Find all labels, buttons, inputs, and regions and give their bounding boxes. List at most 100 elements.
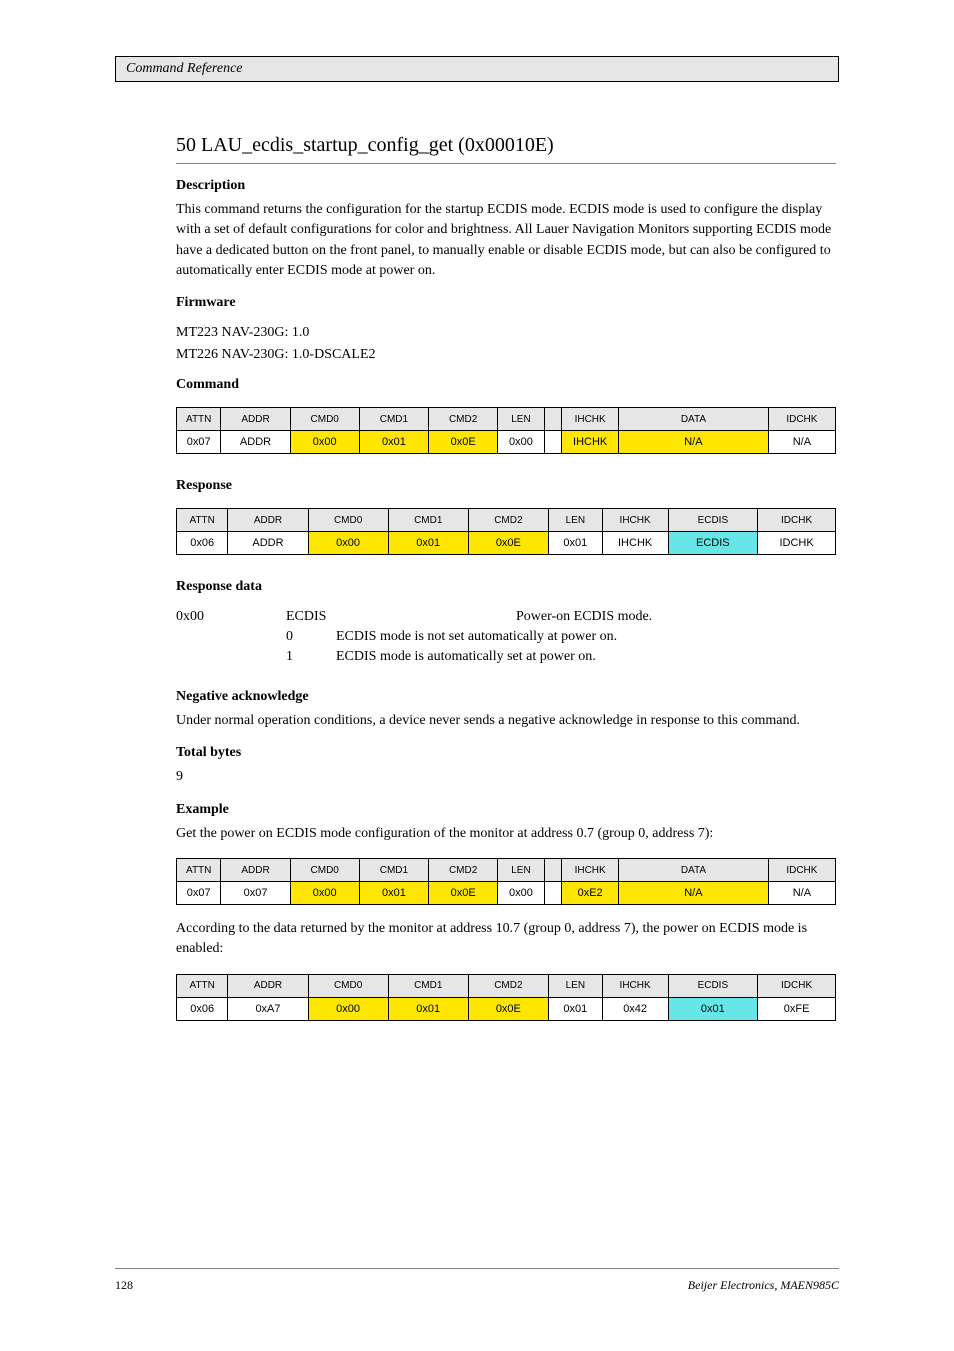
nak-text: Under normal operation conditions, a dev… [176, 711, 836, 731]
td: 0x01 [668, 997, 758, 1020]
td: N/A [619, 431, 769, 454]
response-data-value-row: 0 ECDIS mode is not set automatically at… [286, 629, 954, 645]
section-title: 50 LAU_ecdis_startup_config_get (0x00010… [176, 134, 836, 164]
th: LEN [548, 974, 602, 997]
th: ATTN [177, 974, 228, 997]
th: ADDR [228, 509, 308, 532]
td: 0xFE [758, 997, 836, 1020]
response-table: ATTN ADDR CMD0 CMD1 CMD2 LEN IHCHK ECDIS… [176, 508, 836, 555]
td: IDCHK [758, 532, 836, 555]
th [544, 859, 562, 882]
th: IDCHK [768, 859, 835, 882]
example-text-1: Get the power on ECDIS mode configuratio… [176, 824, 836, 844]
footer-doc-id: Beijer Electronics, MAEN985C [688, 1278, 839, 1293]
footer-rule [115, 1268, 839, 1269]
th: IHCHK [562, 859, 619, 882]
example-text-2: According to the data returned by the mo… [176, 919, 836, 960]
th: IDCHK [758, 509, 836, 532]
response-data-label: Response data [176, 579, 954, 595]
th: CMD2 [429, 408, 498, 431]
th: LEN [498, 859, 544, 882]
th: CMD0 [308, 974, 388, 997]
command-table: ATTN ADDR CMD0 CMD1 CMD2 LEN IHCHK DATA … [176, 407, 836, 454]
table-header-row: ATTN ADDR CMD0 CMD1 CMD2 LEN IHCHK ECDIS… [177, 509, 836, 532]
th: ATTN [177, 408, 221, 431]
td: 0x42 [602, 997, 668, 1020]
nak-label: Negative acknowledge [176, 689, 954, 705]
th: IDCHK [768, 408, 835, 431]
td: 0x01 [548, 997, 602, 1020]
td: 0x01 [548, 532, 602, 555]
response-label: Response [176, 478, 954, 494]
td: 0x0E [468, 532, 548, 555]
td: 0x0E [429, 431, 498, 454]
example-command-table: ATTN ADDR CMD0 CMD1 CMD2 LEN IHCHK DATA … [176, 858, 836, 905]
td: 0x00 [290, 882, 359, 905]
th: ADDR [221, 859, 290, 882]
td: 0x01 [388, 997, 468, 1020]
th: ADDR [228, 974, 308, 997]
page: Command Reference 50 LAU_ecdis_startup_c… [0, 0, 954, 1351]
response-data-desc: Power-on ECDIS mode. [516, 609, 954, 625]
description-label: Description [176, 178, 954, 194]
table-row: 0x07 ADDR 0x00 0x01 0x0E 0x00 IHCHK N/A … [177, 431, 836, 454]
th: ATTN [177, 859, 221, 882]
firmware-line-1: MT223 NAV-230G: 1.0 [176, 325, 954, 341]
table-row: 0x06 ADDR 0x00 0x01 0x0E 0x01 IHCHK ECDI… [177, 532, 836, 555]
total-bytes-value: 9 [176, 767, 836, 787]
th: IHCHK [562, 408, 619, 431]
table-row: 0x07 0x07 0x00 0x01 0x0E 0x00 0xE2 N/A N… [177, 882, 836, 905]
th: LEN [548, 509, 602, 532]
td: 0x00 [498, 431, 544, 454]
response-data-block: 0x00 ECDIS Power-on ECDIS mode. 0 ECDIS … [176, 609, 954, 665]
th: DATA [619, 859, 769, 882]
td: 0x07 [177, 431, 221, 454]
th: CMD1 [359, 408, 428, 431]
response-data-row: 0x00 ECDIS Power-on ECDIS mode. [176, 609, 954, 625]
td: 0xE2 [562, 882, 619, 905]
table-row: 0x06 0xA7 0x00 0x01 0x0E 0x01 0x42 0x01 … [177, 997, 836, 1020]
td: 0x07 [221, 882, 290, 905]
td: ADDR [228, 532, 308, 555]
header-text: Command Reference [126, 61, 243, 76]
td [544, 882, 562, 905]
response-data-value-row: 1 ECDIS mode is automatically set at pow… [286, 649, 954, 665]
header-bar: Command Reference [115, 56, 839, 82]
td: 0x01 [359, 431, 428, 454]
td: IHCHK [602, 532, 668, 555]
response-data-name: ECDIS [286, 609, 486, 625]
td: 0x06 [177, 532, 228, 555]
td: ECDIS [668, 532, 758, 555]
td: N/A [619, 882, 769, 905]
th: ECDIS [668, 974, 758, 997]
response-data-value-desc: ECDIS mode is not set automatically at p… [336, 629, 617, 645]
th: CMD0 [308, 509, 388, 532]
td [544, 431, 562, 454]
firmware-line-2: MT226 NAV-230G: 1.0-DSCALE2 [176, 347, 954, 363]
td: 0x01 [359, 882, 428, 905]
td: 0x00 [308, 532, 388, 555]
response-data-value-desc: ECDIS mode is automatically set at power… [336, 649, 596, 665]
th: LEN [498, 408, 544, 431]
th: IHCHK [602, 509, 668, 532]
response-data-value: 1 [286, 649, 306, 665]
td: 0x01 [388, 532, 468, 555]
description-text: This command returns the configuration f… [176, 200, 836, 281]
th: ECDIS [668, 509, 758, 532]
total-bytes-label: Total bytes [176, 745, 954, 761]
th: ATTN [177, 509, 228, 532]
th: IDCHK [758, 974, 836, 997]
table-header-row: ATTN ADDR CMD0 CMD1 CMD2 LEN IHCHK ECDIS… [177, 974, 836, 997]
footer-page-number: 128 [115, 1278, 133, 1293]
th: DATA [619, 408, 769, 431]
td: 0x07 [177, 882, 221, 905]
td: 0xA7 [228, 997, 308, 1020]
th: CMD0 [290, 859, 359, 882]
th [544, 408, 562, 431]
td: IHCHK [562, 431, 619, 454]
table-header-row: ATTN ADDR CMD0 CMD1 CMD2 LEN IHCHK DATA … [177, 859, 836, 882]
td: 0x0E [468, 997, 548, 1020]
th: CMD1 [359, 859, 428, 882]
td: 0x00 [308, 997, 388, 1020]
table-header-row: ATTN ADDR CMD0 CMD1 CMD2 LEN IHCHK DATA … [177, 408, 836, 431]
